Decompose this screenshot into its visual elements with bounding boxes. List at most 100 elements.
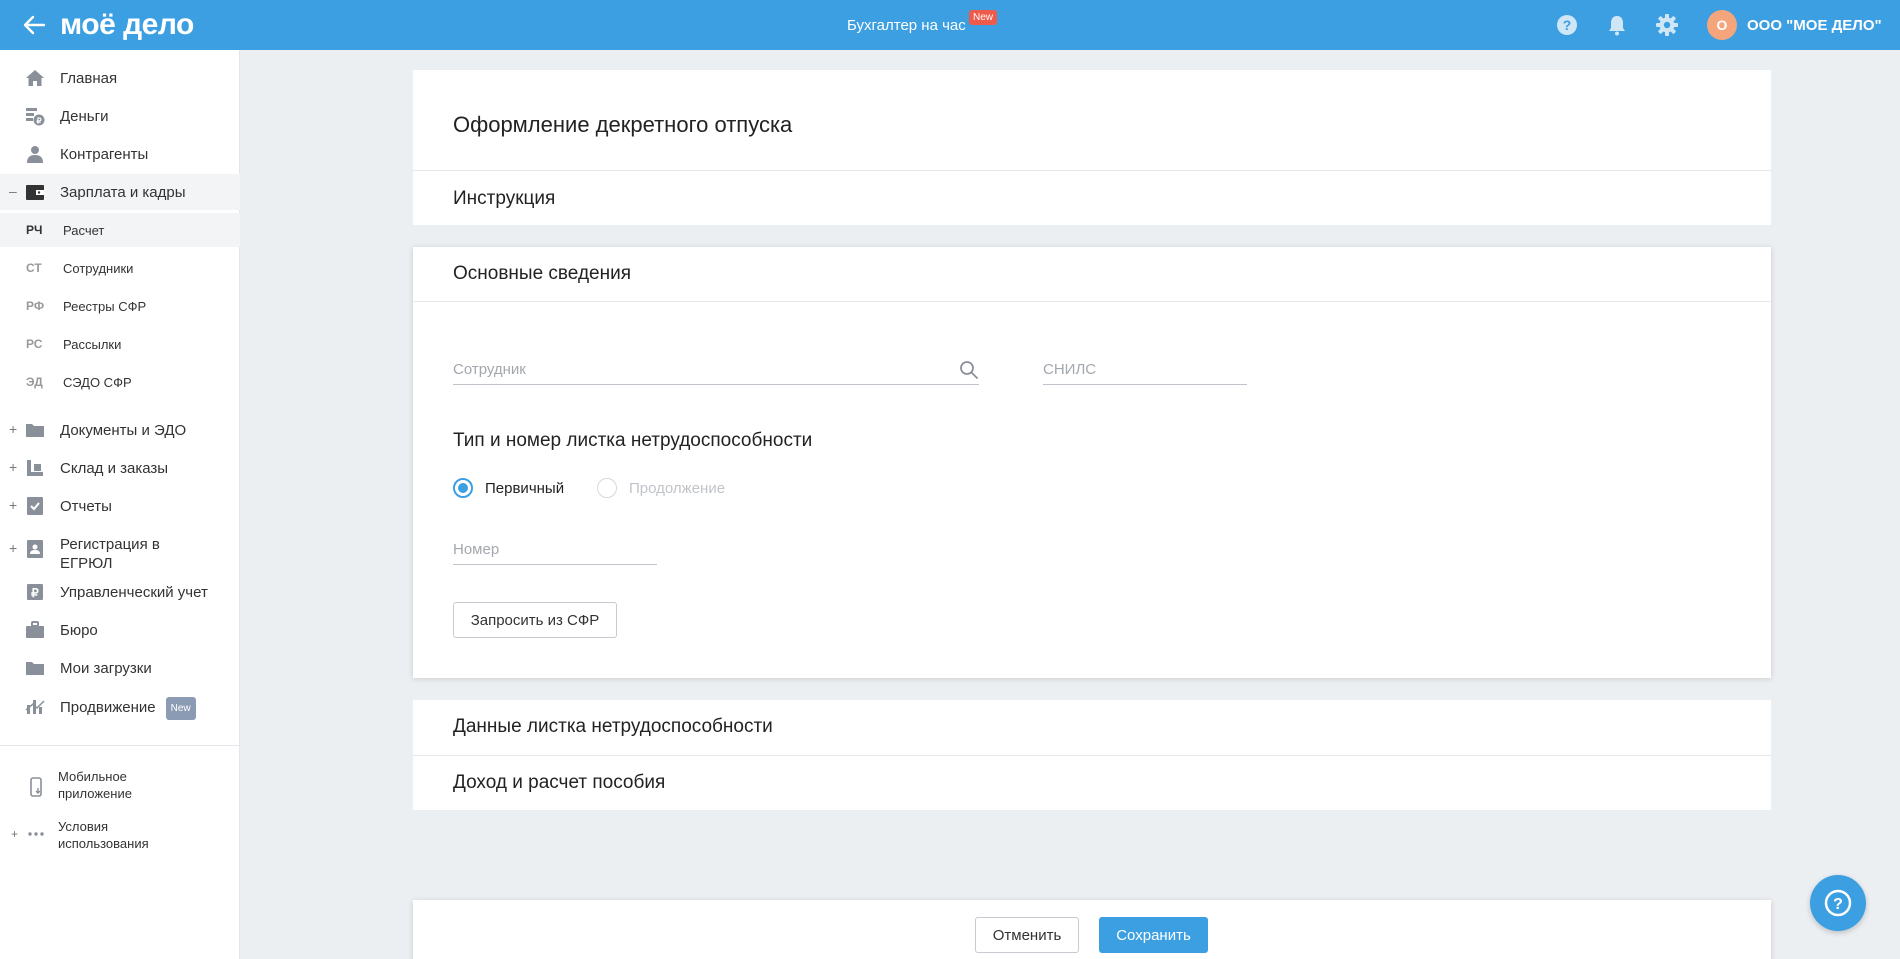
sidebar-item-label: Отчеты: [60, 498, 112, 515]
registration-icon: [27, 540, 43, 558]
radio-label: Первичный: [485, 480, 565, 497]
radio-label: Продолжение: [629, 480, 726, 497]
svg-text:₽: ₽: [36, 117, 41, 126]
subitem-abbr: РФ: [26, 299, 45, 313]
sick-leave-data-section-toggle[interactable]: Данные листка нетрудоспособности: [453, 716, 773, 738]
subitem-abbr: ЭД: [26, 375, 43, 389]
subitem-label: Сотрудники: [63, 261, 134, 276]
subitem-label: Рассылки: [63, 337, 122, 352]
radio-circle-checked[interactable]: [453, 478, 473, 498]
employee-field[interactable]: [453, 357, 979, 385]
warehouse-icon: [27, 460, 43, 476]
sidebar-item-money[interactable]: ₽ Деньги: [0, 98, 240, 134]
sidebar-item-label: Мобильное приложение: [58, 769, 132, 801]
avatar[interactable]: О: [1707, 10, 1737, 40]
help-icon: ?: [1824, 889, 1852, 917]
sidebar-item-bureau[interactable]: Бюро: [0, 612, 240, 648]
snils-field[interactable]: [1043, 357, 1247, 385]
sidebar-item-registration[interactable]: + Регистрация в ЕГРЮЛ: [0, 526, 240, 572]
collapsed-sections-card: Данные листка нетрудоспособности Доход и…: [413, 700, 1771, 810]
sidebar-item-management[interactable]: ₽ Управленческий учет: [0, 574, 240, 610]
income-section-toggle[interactable]: Доход и расчет пособия: [453, 772, 665, 794]
top-bar: моё дело Бухгалтер на час New ? О ООО "М…: [0, 0, 1900, 50]
sidebar-item-salary[interactable]: – Зарплата и кадры: [0, 174, 240, 210]
sidebar-item-label: Зарплата и кадры: [60, 184, 186, 201]
reports-icon: [27, 497, 43, 515]
downloads-folder-icon: [26, 662, 44, 675]
gear-icon[interactable]: [1655, 13, 1679, 37]
subitem-abbr: СТ: [26, 261, 42, 275]
sidebar-subitem-sfr-registers[interactable]: РФ Реестры СФР: [0, 289, 240, 323]
sidebar-item-documents[interactable]: + Документы и ЭДО: [0, 412, 240, 448]
sidebar-item-reports[interactable]: + Отчеты: [0, 488, 240, 524]
new-badge: New: [969, 10, 998, 25]
snils-input[interactable]: [1043, 357, 1247, 378]
sidebar-item-label: Условия использования: [58, 819, 149, 851]
sidebar-divider: [0, 745, 240, 746]
sidebar-item-label: Мои загрузки: [60, 660, 152, 677]
subitem-label: Реестры СФР: [63, 299, 147, 314]
expand-toggle[interactable]: +: [9, 540, 17, 556]
wallet-icon: [26, 185, 44, 200]
header-card: Оформление декретного отпуска Инструкция: [413, 70, 1771, 225]
sidebar-item-home[interactable]: Главная: [0, 60, 240, 96]
radio-circle-unchecked[interactable]: [597, 478, 617, 498]
subitem-abbr: РС: [26, 337, 43, 351]
cancel-button[interactable]: Отменить: [975, 917, 1079, 953]
sidebar-subitem-calculation[interactable]: РЧ Расчет: [0, 213, 240, 247]
chart-icon: [25, 700, 45, 714]
page-title: Оформление декретного отпуска: [453, 112, 793, 137]
employee-input[interactable]: [453, 357, 979, 378]
sidebar-item-promotion[interactable]: Продвижение New: [0, 688, 240, 724]
sidebar-item-mobile-app[interactable]: Мобильное приложение: [0, 768, 240, 804]
instruction-section-toggle[interactable]: Инструкция: [453, 188, 555, 210]
sidebar-item-label: Деньги: [60, 108, 109, 125]
divider: [413, 170, 1771, 171]
basic-info-title: Основные сведения: [453, 263, 632, 284]
accountant-hour-link[interactable]: Бухгалтер на час: [847, 17, 966, 34]
number-input[interactable]: [453, 537, 657, 558]
expand-toggle[interactable]: +: [11, 827, 18, 841]
sidebar-item-label: Управленческий учет: [60, 584, 208, 601]
action-bar: Отменить Сохранить: [413, 900, 1771, 959]
bell-icon[interactable]: [1605, 13, 1629, 37]
briefcase-icon: [26, 621, 44, 638]
expand-toggle[interactable]: +: [9, 421, 17, 437]
sidebar-item-label: Документы и ЭДО: [60, 422, 187, 439]
management-icon: ₽: [27, 584, 43, 600]
svg-text:?: ?: [1563, 17, 1572, 33]
subitem-abbr: РЧ: [26, 223, 43, 237]
sidebar-subitem-mailings[interactable]: РС Рассылки: [0, 327, 240, 361]
sidebar-item-warehouse[interactable]: + Склад и заказы: [0, 450, 240, 486]
sidebar-item-label: Контрагенты: [60, 146, 149, 163]
new-badge: New: [165, 697, 196, 720]
sidebar-subitem-employees[interactable]: СТ Сотрудники: [0, 251, 240, 285]
number-field[interactable]: [453, 537, 657, 565]
svg-text:₽: ₽: [31, 586, 39, 600]
help-chat-button[interactable]: ?: [1810, 875, 1866, 931]
organization-name[interactable]: ООО "МОЕ ДЕЛО": [1747, 17, 1882, 34]
sidebar-item-contractors[interactable]: Контрагенты: [0, 136, 240, 172]
sidebar-item-terms[interactable]: + Условия использования: [0, 818, 240, 854]
expand-toggle[interactable]: +: [9, 497, 17, 513]
sidebar-item-downloads[interactable]: Мои загрузки: [0, 650, 240, 686]
divider: [413, 301, 1771, 302]
help-icon[interactable]: ?: [1555, 13, 1579, 37]
expand-toggle[interactable]: +: [9, 459, 17, 475]
arrow-left-icon[interactable]: [22, 14, 46, 36]
app-logo[interactable]: моё дело: [60, 8, 194, 42]
sidebar-item-label: Склад и заказы: [60, 460, 169, 477]
more-dots-icon: [28, 832, 44, 836]
sidebar-subitem-sedo[interactable]: ЭД СЭДО СФР: [0, 365, 240, 399]
svg-text:?: ?: [1833, 896, 1843, 913]
sidebar: Главная ₽ Деньги Контрагенты – Зарплата …: [0, 50, 240, 959]
home-icon: [26, 70, 44, 86]
subitem-label: Расчет: [63, 223, 105, 238]
save-button[interactable]: Сохранить: [1099, 917, 1208, 953]
sidebar-item-label: Продвижение New: [60, 697, 196, 720]
search-icon[interactable]: [959, 360, 979, 380]
contractors-icon: [27, 146, 43, 163]
folder-icon: [26, 424, 44, 437]
collapse-toggle[interactable]: –: [9, 183, 17, 199]
request-from-sfr-button[interactable]: Запросить из СФР: [453, 602, 617, 638]
